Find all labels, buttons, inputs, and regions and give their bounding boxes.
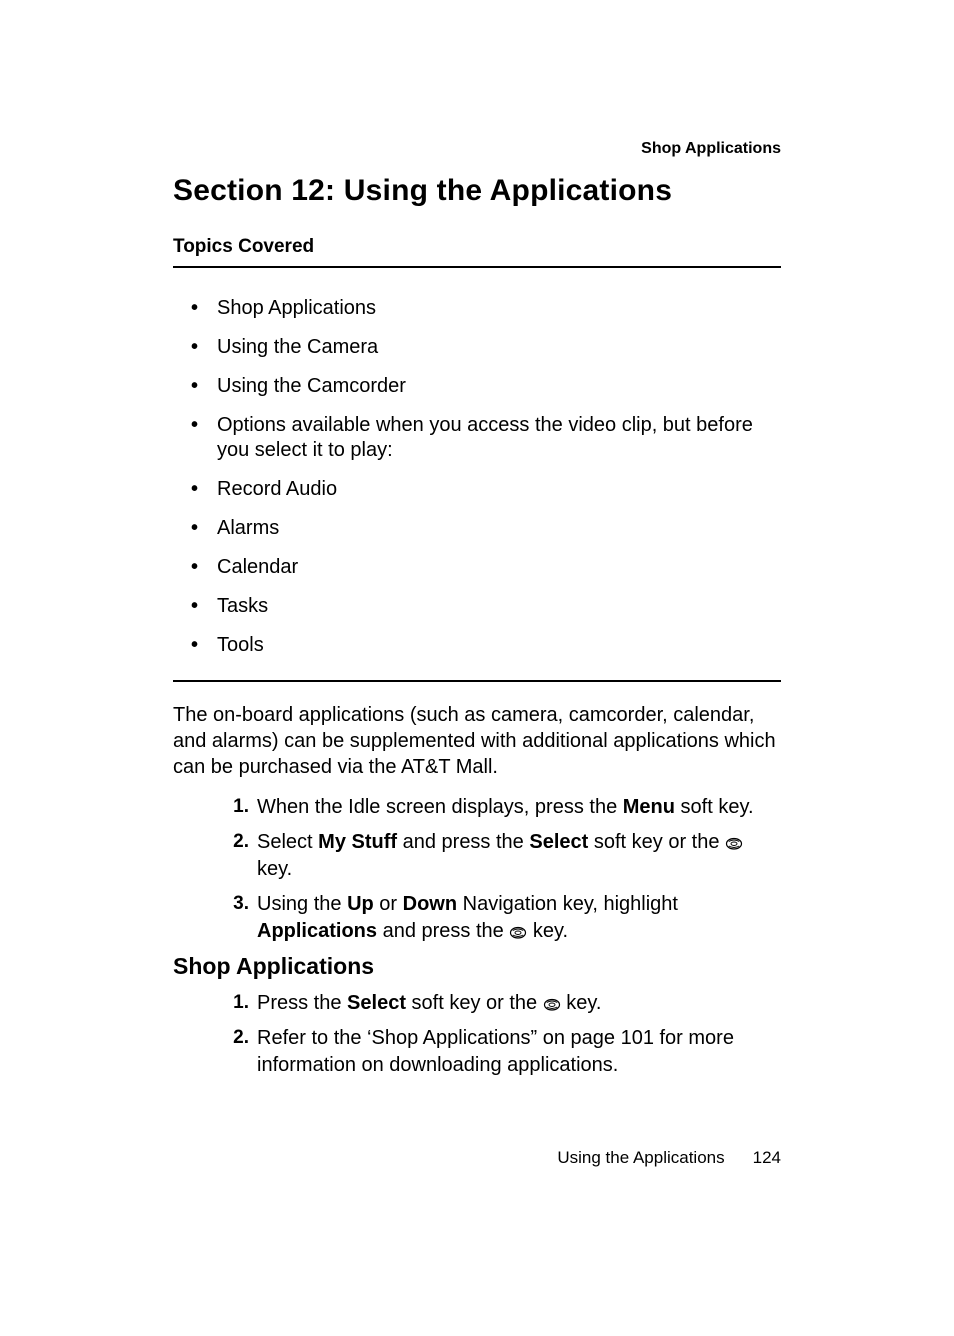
nav-key-icon — [509, 920, 527, 934]
topics-list: Shop Applications Using the Camera Using… — [179, 296, 781, 658]
page: Shop Applications Section 12: Using the … — [0, 0, 954, 1336]
list-item: Alarms — [179, 516, 781, 541]
bold-label: Select — [529, 831, 588, 853]
step-text: and press the — [397, 831, 529, 853]
list-item: Using the Camera — [179, 335, 781, 360]
step-text: Select — [257, 831, 318, 853]
step-text: soft key or the — [406, 992, 543, 1014]
step-text: or — [374, 893, 403, 915]
list-item: Using the Camcorder — [179, 374, 781, 399]
step-item: Press the Select soft key or the key. — [257, 990, 781, 1017]
list-item: Record Audio — [179, 477, 781, 502]
step-text: and press the — [377, 920, 509, 942]
topics-covered-heading: Topics Covered — [173, 236, 781, 258]
page-footer: Using the Applications 124 — [557, 1148, 781, 1168]
footer-chapter: Using the Applications — [557, 1148, 724, 1167]
step-text: soft key or the — [588, 831, 725, 853]
bold-label: Up — [347, 893, 374, 915]
step-text: soft key. — [675, 796, 754, 818]
list-item: Shop Applications — [179, 296, 781, 321]
step-item: Refer to the ‘Shop Applications” on page… — [257, 1025, 781, 1079]
sub-heading: Shop Applications — [173, 953, 781, 980]
footer-page-number: 124 — [753, 1148, 781, 1167]
bold-label: Down — [403, 893, 457, 915]
bold-label: My Stuff — [318, 831, 397, 853]
divider-top — [173, 266, 781, 268]
list-item: Calendar — [179, 555, 781, 580]
divider-bottom — [173, 680, 781, 682]
step-text: When the Idle screen displays, press the — [257, 796, 623, 818]
list-item: Options available when you access the vi… — [179, 413, 781, 463]
bold-label: Applications — [257, 920, 377, 942]
nav-key-icon — [543, 992, 561, 1006]
nav-key-icon — [725, 831, 743, 845]
list-item: Tools — [179, 633, 781, 658]
step-text: key. — [257, 858, 292, 880]
step-text: Press the — [257, 992, 347, 1014]
main-steps: When the Idle screen displays, press the… — [173, 794, 781, 945]
step-item: Using the Up or Down Navigation key, hig… — [257, 891, 781, 945]
step-text: Refer to the ‘Shop Applications” on page… — [257, 1027, 734, 1076]
step-text: Using the — [257, 893, 347, 915]
step-text: key. — [527, 920, 568, 942]
header-topic-label: Shop Applications — [173, 140, 781, 158]
sub-steps: Press the Select soft key or the key. Re… — [173, 990, 781, 1079]
section-title: Section 12: Using the Applications — [173, 174, 781, 208]
step-text: key. — [561, 992, 602, 1014]
step-text: Navigation key, highlight — [457, 893, 678, 915]
step-item: When the Idle screen displays, press the… — [257, 794, 781, 821]
bold-label: Select — [347, 992, 406, 1014]
intro-paragraph: The on-board applications (such as camer… — [173, 702, 781, 780]
bold-label: Menu — [623, 796, 675, 818]
list-item: Tasks — [179, 594, 781, 619]
step-item: Select My Stuff and press the Select sof… — [257, 829, 781, 883]
